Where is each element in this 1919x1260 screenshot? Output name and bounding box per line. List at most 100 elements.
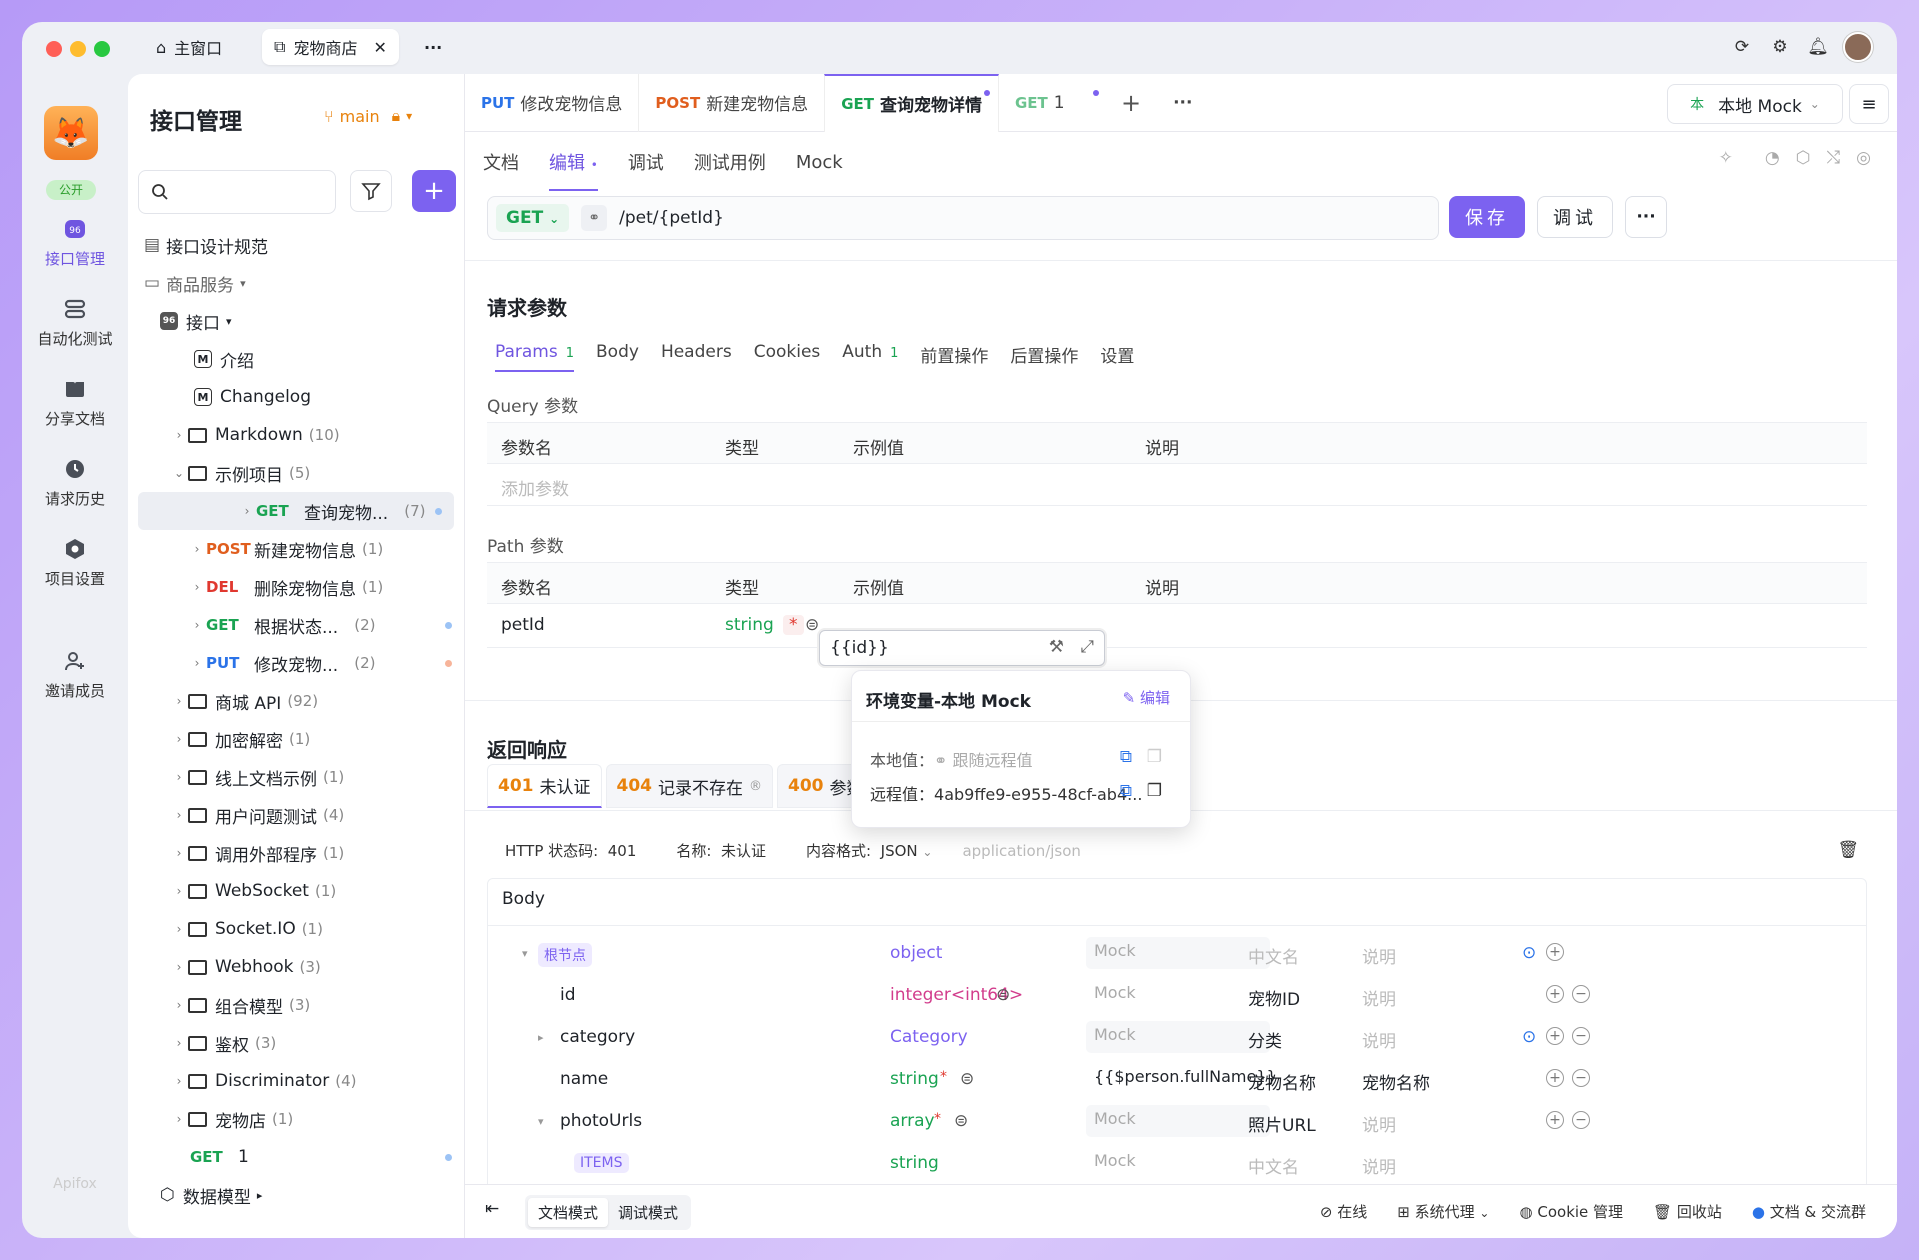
required-marker[interactable]: * — [934, 1111, 941, 1127]
tab-body[interactable]: Body — [596, 342, 639, 372]
schema-row-name[interactable]: name string * ⊜ {{$person.fullName}} 宠物名… — [488, 1059, 1868, 1101]
tab-project[interactable]: ⧉ 宠物商店 ✕ — [262, 29, 399, 65]
tree-item-changelog[interactable]: M Changelog — [128, 378, 464, 416]
refresh-icon[interactable]: ⟳ — [1729, 34, 1755, 60]
online-status[interactable]: ⊘ 在线 — [1320, 1201, 1367, 1222]
tree-folder[interactable]: › 加密解密 (1) — [128, 720, 464, 758]
open-link-icon[interactable]: ⧉ — [1120, 747, 1132, 767]
add-param-row[interactable]: 添加参数 — [487, 464, 1867, 506]
magic-icon[interactable]: ✧ — [1719, 148, 1733, 168]
minimize-window-button[interactable] — [70, 41, 86, 57]
tree-folder[interactable]: › Webhook (3) — [128, 948, 464, 986]
schema-row-items[interactable]: ITEMS string Mock 中文名 说明 — [488, 1143, 1868, 1185]
search-input[interactable] — [138, 170, 336, 214]
more-tabs-button[interactable]: ··· — [412, 29, 454, 65]
mock-input[interactable]: {{$person.fullName}} — [1086, 1063, 1277, 1095]
open-link-icon[interactable]: ⧉ — [1120, 781, 1132, 801]
pie-icon[interactable]: ◔ — [1765, 148, 1780, 168]
required-marker[interactable]: * — [783, 615, 804, 635]
example-value-input[interactable]: {{id}} ⚒ ⤢ — [819, 630, 1105, 666]
mock-link-icon[interactable]: ⊜ — [805, 615, 819, 635]
schema-row-id[interactable]: id integer<int64> ⊜ Mock 宠物ID 说明 + − — [488, 975, 1868, 1017]
copy-icon[interactable]: ❐ — [1147, 747, 1162, 767]
cookie-manager[interactable]: ◍ Cookie 管理 — [1519, 1201, 1623, 1222]
tree-item-get-1[interactable]: GET 1 — [128, 1138, 464, 1176]
tab-debug[interactable]: 调试 — [628, 149, 664, 175]
mock-input[interactable]: Mock — [1086, 1021, 1270, 1053]
add-icon[interactable]: + — [1546, 1069, 1564, 1087]
tab-params[interactable]: Params 1 — [495, 342, 575, 372]
tree-folder[interactable]: › 宠物店 (1) — [128, 1100, 464, 1138]
add-icon[interactable]: + — [1546, 1111, 1564, 1129]
tree-item-design-spec[interactable]: ▤ 接口设计规范 — [128, 226, 464, 264]
popup-edit-button[interactable]: ✎ 编辑 — [1123, 687, 1170, 708]
tree-folder[interactable]: › Socket.IO (1) — [128, 910, 464, 948]
remove-icon[interactable]: − — [1572, 985, 1590, 1003]
cn-name[interactable]: 中文名 — [1248, 943, 1299, 968]
maximize-window-button[interactable] — [94, 41, 110, 57]
description[interactable]: 说明 — [1362, 943, 1396, 968]
tab-settings[interactable]: 设置 — [1100, 342, 1134, 372]
add-icon[interactable]: + — [1546, 985, 1564, 1003]
schema-row-root[interactable]: ▾ 根节点 object Mock 中文名 说明 ⊙ + — [488, 933, 1868, 975]
settings-icon[interactable]: ◎ — [1856, 148, 1871, 168]
nav-history[interactable]: 请求历史 — [22, 456, 128, 509]
tree-folder-markdown[interactable]: › Markdown (10) — [128, 416, 464, 454]
mock-input[interactable]: Mock — [1086, 979, 1270, 1011]
mock-input[interactable]: Mock — [1086, 937, 1270, 969]
mock-input[interactable]: Mock — [1086, 1147, 1270, 1179]
description[interactable]: 说明 — [1362, 1111, 1396, 1136]
menu-button[interactable]: ≡ — [1849, 84, 1889, 124]
tree-folder[interactable]: › 商城 API (92) — [128, 682, 464, 720]
tab-post-ops[interactable]: 后置操作 — [1010, 342, 1078, 372]
share-icon[interactable]: ⬡ — [1796, 148, 1811, 168]
tab-cookies[interactable]: Cookies — [754, 342, 821, 372]
mock-link-icon[interactable]: ⊜ — [954, 1111, 968, 1131]
tree-item-post-pet[interactable]: › POST 新建宠物信息 (1) — [128, 530, 464, 568]
expand-icon[interactable]: ⤢ — [1080, 637, 1094, 657]
cn-name[interactable]: 分类 — [1248, 1027, 1282, 1052]
tree-item-intro[interactable]: M 介绍 — [128, 340, 464, 378]
add-icon[interactable]: + — [1546, 1027, 1564, 1045]
format-field[interactable]: 内容格式: JSON ⌄ — [806, 840, 932, 861]
debug-button[interactable]: 调试 — [1537, 196, 1613, 238]
tree-item-data-model[interactable]: ⬡ 数据模型 ▸ — [128, 1176, 464, 1214]
avatar[interactable] — [1843, 32, 1873, 62]
branch-selector[interactable]: ⑂ main 🔒︎ ▾ — [324, 106, 412, 126]
trash-icon[interactable]: 🗑︎ — [1837, 840, 1859, 860]
tab-post-pet[interactable]: POST 新建宠物信息 — [638, 73, 824, 132]
tree-item-get-by-status[interactable]: › GET 根据状态... (2) — [128, 606, 464, 644]
param-type[interactable]: string — [725, 615, 774, 635]
tab-get-pet[interactable]: GET 查询宠物详情 — [824, 73, 999, 132]
mock-input[interactable]: Mock — [1086, 1105, 1270, 1137]
environment-select[interactable]: 本 本地 Mock ⌄ — [1667, 84, 1843, 124]
more-button[interactable]: ··· — [1625, 196, 1667, 238]
tree-folder-examples[interactable]: ⌄ 示例项目 (5) — [128, 454, 464, 492]
tree-folder[interactable]: › Discriminator (4) — [128, 1062, 464, 1100]
remove-icon[interactable]: − — [1572, 1027, 1590, 1045]
copy-icon[interactable]: ❐ — [1147, 781, 1162, 801]
nav-share-docs[interactable]: 分享文档 — [22, 376, 128, 429]
tree-folder[interactable]: › WebSocket (1) — [128, 872, 464, 910]
description[interactable]: 说明 — [1362, 985, 1396, 1010]
docs-community[interactable]: ● 文档 & 交流群 — [1752, 1201, 1866, 1222]
param-name[interactable]: petId — [501, 615, 545, 635]
tab-test-cases[interactable]: 测试用例 — [694, 149, 766, 175]
description[interactable]: 宠物名称 — [1362, 1069, 1430, 1094]
remove-icon[interactable]: − — [1572, 1069, 1590, 1087]
tab-auth[interactable]: Auth 1 — [842, 342, 898, 372]
tab-get-1[interactable]: GET 1 — [999, 74, 1105, 132]
schema-row-category[interactable]: ▸ category Category Mock 分类 说明 ⊙ + − — [488, 1017, 1868, 1059]
add-param-placeholder[interactable]: 添加参数 — [501, 475, 569, 500]
debug-mode-button[interactable]: 调试模式 — [608, 1198, 688, 1227]
link-icon[interactable]: ⚭ — [581, 205, 608, 231]
schema-row-photourls[interactable]: ▾ photoUrls array * ⊜ Mock 照片URL 说明 + − — [488, 1101, 1868, 1143]
nav-invite[interactable]: 邀请成员 — [22, 648, 128, 701]
tab-mock[interactable]: Mock — [796, 152, 843, 173]
cn-name[interactable]: 宠物ID — [1248, 985, 1300, 1010]
more-icon[interactable]: ⊙ — [1522, 1027, 1536, 1047]
tab-home[interactable]: ⌂ 主窗口 — [144, 29, 234, 65]
add-button[interactable]: + — [412, 170, 456, 212]
tab-headers[interactable]: Headers — [661, 342, 732, 372]
nav-automation[interactable]: 自动化测试 — [22, 296, 128, 349]
